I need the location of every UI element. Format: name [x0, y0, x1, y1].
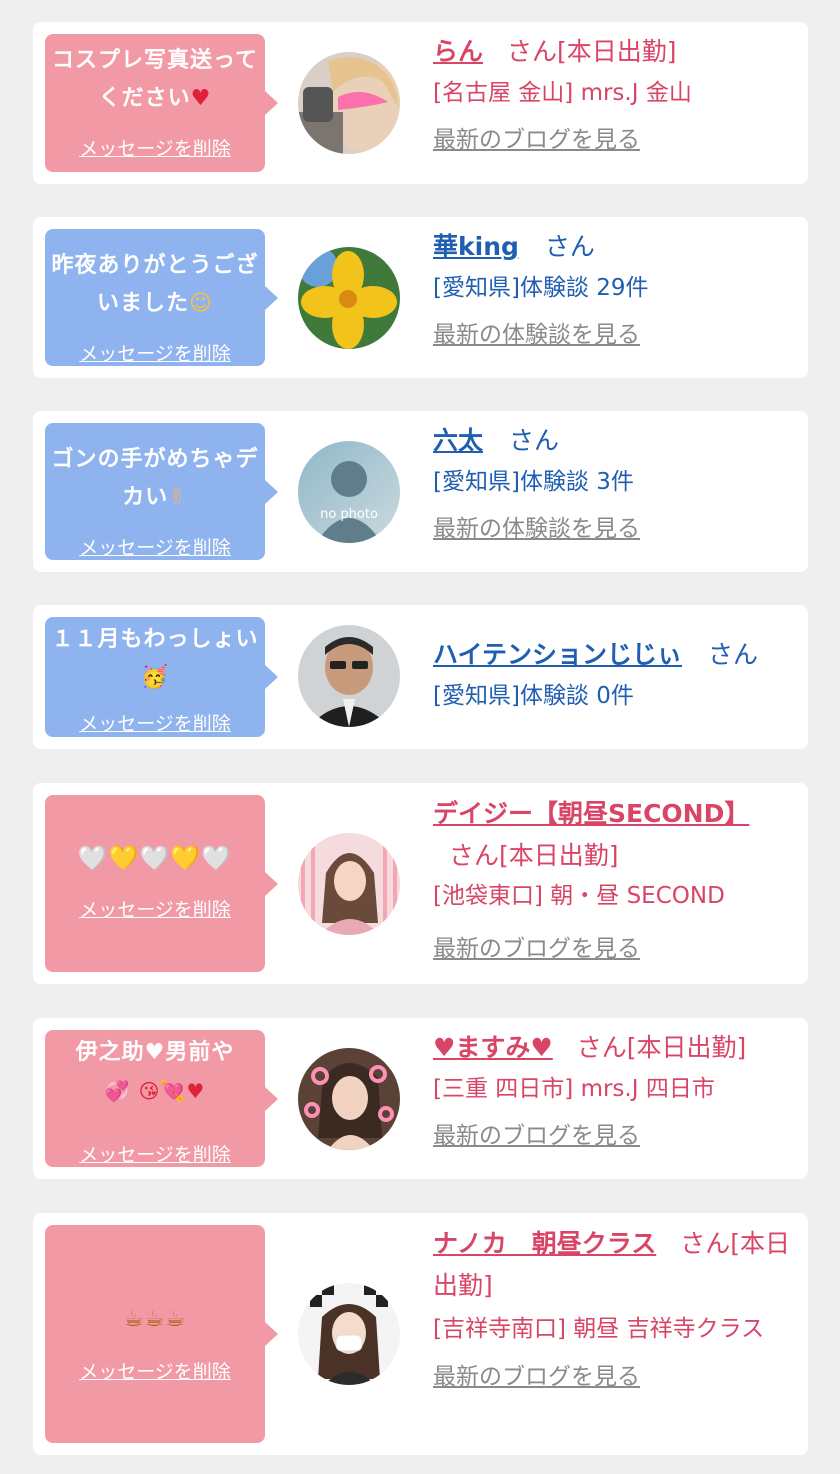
avatar[interactable] — [298, 1048, 400, 1150]
latest-blog-link[interactable]: 最新のブログを見る — [433, 1116, 640, 1150]
list-item: コスプレ写真送ってください♥ メッセージを削除 らん さん[本日出勤] [名古屋… — [33, 22, 808, 184]
list-item: ☕☕☕ メッセージを削除 ナノカ 朝昼クラス さん[本日出勤] [吉祥寺南口] … — [33, 1213, 808, 1455]
review-count: [愛知県]体験談 29件 — [433, 275, 649, 301]
latest-blog-link[interactable]: 最新のブログを見る — [433, 1357, 640, 1391]
delete-message-button[interactable]: メッセージを削除 — [45, 533, 265, 560]
name-suffix: さん — [707, 640, 758, 669]
reviewer-name-link[interactable]: 六太 — [433, 426, 483, 455]
name-suffix: さん — [508, 426, 559, 455]
message-text: １１月もわっしょい — [51, 627, 259, 652]
delete-message-button[interactable]: メッセージを削除 — [45, 1140, 265, 1167]
message-text: 🤍💛🤍💛🤍 — [77, 844, 233, 872]
delete-message-button[interactable]: メッセージを削除 — [45, 709, 265, 736]
message-text: 昨夜ありがとうございました — [51, 253, 259, 316]
girl-name-link[interactable]: デイジー【朝昼SECOND】 — [433, 799, 749, 828]
avatar[interactable]: no photo — [298, 441, 400, 543]
message-text: コスプレ写真送ってください — [52, 48, 258, 111]
delete-message-button[interactable]: メッセージを削除 — [45, 1357, 265, 1384]
reviewer-name-link[interactable]: 華king — [433, 232, 519, 261]
message-bubble: コスプレ写真送ってください♥ メッセージを削除 — [45, 34, 278, 172]
shop-info: [吉祥寺南口] 朝昼 吉祥寺クラス — [433, 1316, 765, 1342]
list-item: 🤍💛🤍💛🤍 メッセージを削除 デイジー【朝昼SECOND】 さん[本日出勤] [… — [33, 783, 808, 984]
party-face-icon: 🥳 — [140, 665, 170, 690]
girl-name-link[interactable]: ♥ますみ♥ — [433, 1033, 553, 1062]
message-bubble: 伊之助♥男前や 💞 😘💘♥ メッセージを削除 — [45, 1030, 278, 1167]
list-item: ゴンの手がめちゃデカい✌ メッセージを削除 no photo 六太 さん [愛知… — [33, 411, 808, 572]
reviewer-name-link[interactable]: ハイテンションじじぃ — [433, 640, 682, 669]
name-suffix: さん[本日出勤] — [506, 37, 677, 66]
girl-name-link[interactable]: ナノカ 朝昼クラス — [433, 1229, 656, 1258]
avatar[interactable] — [298, 247, 400, 349]
message-bubble: 🤍💛🤍💛🤍 メッセージを削除 — [45, 795, 278, 972]
heart-icon: ♥ — [190, 86, 212, 111]
shop-info: [池袋東口] 朝・昼 SECOND — [433, 883, 725, 909]
list-item: 伊之助♥男前や 💞 😘💘♥ メッセージを削除 ♥ますみ♥ さん[本日出勤] [三… — [33, 1018, 808, 1179]
avatar[interactable] — [298, 833, 400, 935]
name-suffix: さん[本日出勤] — [576, 1033, 747, 1062]
smile-icon: ☺ — [189, 291, 213, 316]
girl-name-link[interactable]: らん — [433, 37, 483, 66]
delete-message-button[interactable]: メッセージを削除 — [45, 895, 265, 922]
latest-blog-link[interactable]: 最新のブログを見る — [433, 929, 640, 963]
message-bubble: ☕☕☕ メッセージを削除 — [45, 1225, 278, 1443]
message-bubble: ゴンの手がめちゃデカい✌ メッセージを削除 — [45, 423, 278, 560]
delete-message-button[interactable]: メッセージを削除 — [45, 134, 265, 161]
hand-icon: ✌ — [168, 485, 188, 510]
message-bubble: １１月もわっしょい 🥳 メッセージを削除 — [45, 617, 278, 737]
avatar[interactable] — [298, 1283, 400, 1385]
shop-info: [名古屋 金山] mrs.J 金山 — [433, 80, 692, 106]
message-text: 伊之助♥男前や — [75, 1040, 235, 1065]
message-bubble: 昨夜ありがとうございました☺ メッセージを削除 — [45, 229, 278, 366]
review-count: [愛知県]体験談 3件 — [433, 469, 634, 495]
message-text: ☕☕☕ — [123, 1307, 187, 1332]
message-list: コスプレ写真送ってください♥ メッセージを削除 らん さん[本日出勤] [名古屋… — [0, 0, 840, 1474]
no-photo-label: no photo — [320, 507, 378, 522]
review-count: [愛知県]体験談 0件 — [433, 683, 634, 709]
latest-review-link[interactable]: 最新の体験談を見る — [433, 315, 640, 349]
latest-blog-link[interactable]: 最新のブログを見る — [433, 120, 640, 154]
name-suffix: さん — [544, 232, 595, 261]
list-item: １１月もわっしょい 🥳 メッセージを削除 ハイテンションじじぃ さん [愛知県]体… — [33, 605, 808, 749]
message-text: ゴンの手がめちゃデカい — [51, 447, 259, 510]
shop-info: [三重 四日市] mrs.J 四日市 — [433, 1076, 715, 1102]
list-item: 昨夜ありがとうございました☺ メッセージを削除 華king さん [愛知県]体験… — [33, 217, 808, 378]
delete-message-button[interactable]: メッセージを削除 — [45, 339, 265, 366]
name-suffix: さん[本日出勤] — [449, 841, 619, 870]
avatar[interactable] — [298, 625, 400, 727]
latest-review-link[interactable]: 最新の体験談を見る — [433, 509, 640, 543]
avatar[interactable] — [298, 52, 400, 154]
hearts-icon: 💞 😘💘♥ — [104, 1079, 206, 1103]
